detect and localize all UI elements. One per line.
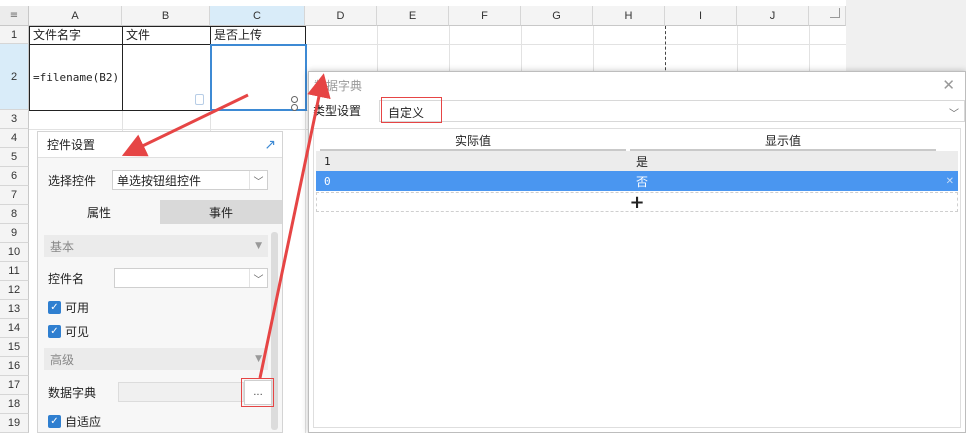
- autofit-row[interactable]: ✓ 自适应: [38, 411, 284, 431]
- row-header-13[interactable]: 13: [0, 300, 29, 319]
- column-header-b[interactable]: B: [122, 6, 210, 26]
- panel-tabs: 属性 事件: [38, 200, 284, 224]
- data-dict-field: [118, 382, 244, 402]
- fill-handle[interactable]: [291, 96, 298, 103]
- type-setting-select[interactable]: 自定义 ﹀: [379, 100, 965, 122]
- row-header-19[interactable]: 19: [0, 414, 29, 433]
- widget-type-value: 单选按钮组控件: [117, 173, 202, 188]
- section-basic[interactable]: 基本 ▼: [44, 235, 268, 257]
- select-widget-label: 选择控件: [48, 173, 97, 188]
- enabled-row[interactable]: ✓ 可用: [38, 297, 284, 317]
- enabled-checkbox[interactable]: ✓: [48, 300, 61, 314]
- row-header-17[interactable]: 17: [0, 376, 29, 395]
- row-header-2[interactable]: 2: [0, 44, 29, 110]
- column-header-a[interactable]: A: [29, 6, 122, 26]
- column-header-k[interactable]: [809, 6, 846, 26]
- row-header-18[interactable]: 18: [0, 395, 29, 414]
- section-advanced-label: 高级: [50, 352, 75, 367]
- autofit-label: 自适应: [65, 414, 102, 429]
- row-header-11[interactable]: 11: [0, 262, 29, 281]
- delete-row-icon[interactable]: ✕: [946, 176, 954, 187]
- panel-title: 控件设置: [38, 132, 282, 158]
- actual-value-cell[interactable]: 1: [324, 155, 331, 168]
- table-header: 实际值 显示值: [314, 129, 960, 151]
- data-dict-label: 数据字典: [48, 385, 97, 400]
- column-header-h[interactable]: H: [593, 6, 665, 26]
- cell-c1[interactable]: 是否上传: [210, 26, 306, 45]
- row-header-15[interactable]: 15: [0, 338, 29, 357]
- column-header-c[interactable]: C: [210, 6, 305, 26]
- cell-a2[interactable]: =filename(B2): [29, 44, 123, 111]
- column-header-d[interactable]: D: [305, 6, 377, 26]
- type-setting-label: 类型设置: [313, 104, 362, 118]
- row-header-12[interactable]: 12: [0, 281, 29, 300]
- collapse-triangle-icon[interactable]: ▼: [255, 354, 262, 364]
- row-header-5[interactable]: 5: [0, 148, 29, 167]
- data-dictionary-dialog: 数据字典 ✕ 类型设置 自定义 ﹀ 实际值 显示值 1 是 0 否 ✕ +: [308, 71, 966, 433]
- row-header-1[interactable]: 1: [0, 26, 29, 44]
- widget-type-select[interactable]: 单选按钮组控件 ﹀: [112, 170, 268, 190]
- cell-a1[interactable]: 文件名字: [29, 26, 123, 45]
- autofit-checkbox[interactable]: ✓: [48, 414, 61, 428]
- visible-label: 可见: [65, 324, 90, 339]
- dictionary-table: 实际值 显示值 1 是 0 否 ✕ +: [313, 128, 961, 428]
- chevron-down-icon[interactable]: ﹀: [949, 105, 959, 120]
- column-header-f[interactable]: F: [449, 6, 521, 26]
- row-header-8[interactable]: 8: [0, 205, 29, 224]
- row-header-7[interactable]: 7: [0, 186, 29, 205]
- column-header-g[interactable]: G: [521, 6, 593, 26]
- close-icon[interactable]: ✕: [942, 76, 955, 94]
- column-header-i[interactable]: I: [665, 6, 737, 26]
- highlight-type-value: [381, 97, 442, 123]
- visible-checkbox[interactable]: ✓: [48, 324, 61, 338]
- column-display-value[interactable]: 显示值: [630, 131, 936, 151]
- highlight-dict-button: [241, 378, 274, 407]
- row-header-3[interactable]: 3: [0, 110, 29, 129]
- display-value-cell[interactable]: 是: [636, 153, 648, 170]
- table-row[interactable]: 1 是: [316, 151, 958, 171]
- fill-handle[interactable]: [291, 104, 298, 111]
- row-header-16[interactable]: 16: [0, 357, 29, 376]
- widget-name-label: 控件名: [48, 271, 85, 286]
- section-basic-label: 基本: [50, 239, 75, 254]
- row-header-4[interactable]: 4: [0, 129, 29, 148]
- dialog-title: 数据字典: [314, 78, 363, 93]
- actual-value-cell[interactable]: 0: [324, 175, 331, 188]
- tab-attributes[interactable]: 属性: [38, 200, 160, 224]
- table-row-selected[interactable]: 0 否 ✕: [316, 171, 958, 191]
- chevron-down-icon[interactable]: ﹀: [249, 269, 267, 287]
- widget-name-input[interactable]: ﹀: [114, 268, 268, 288]
- row-header-6[interactable]: 6: [0, 167, 29, 186]
- row-header-14[interactable]: 14: [0, 319, 29, 338]
- display-value-cell[interactable]: 否: [636, 173, 648, 190]
- grid-resize-icon: [830, 8, 840, 18]
- row-header-9[interactable]: 9: [0, 224, 29, 243]
- add-row-button[interactable]: +: [316, 192, 958, 213]
- chevron-down-icon[interactable]: ﹀: [249, 171, 267, 189]
- expand-icon[interactable]: ↗: [264, 137, 276, 153]
- cell-b1[interactable]: 文件: [122, 26, 211, 45]
- file-widget-icon: [195, 94, 204, 105]
- select-all-corner[interactable]: ≡: [0, 6, 29, 26]
- collapse-triangle-icon[interactable]: ▼: [255, 241, 262, 251]
- tab-events[interactable]: 事件: [160, 200, 282, 224]
- column-header-e[interactable]: E: [377, 6, 449, 26]
- visible-row[interactable]: ✓ 可见: [38, 321, 284, 341]
- section-advanced[interactable]: 高级 ▼: [44, 348, 268, 370]
- enabled-label: 可用: [65, 300, 90, 315]
- column-actual-value[interactable]: 实际值: [320, 131, 626, 151]
- column-header-j[interactable]: J: [737, 6, 809, 26]
- row-header-10[interactable]: 10: [0, 243, 29, 262]
